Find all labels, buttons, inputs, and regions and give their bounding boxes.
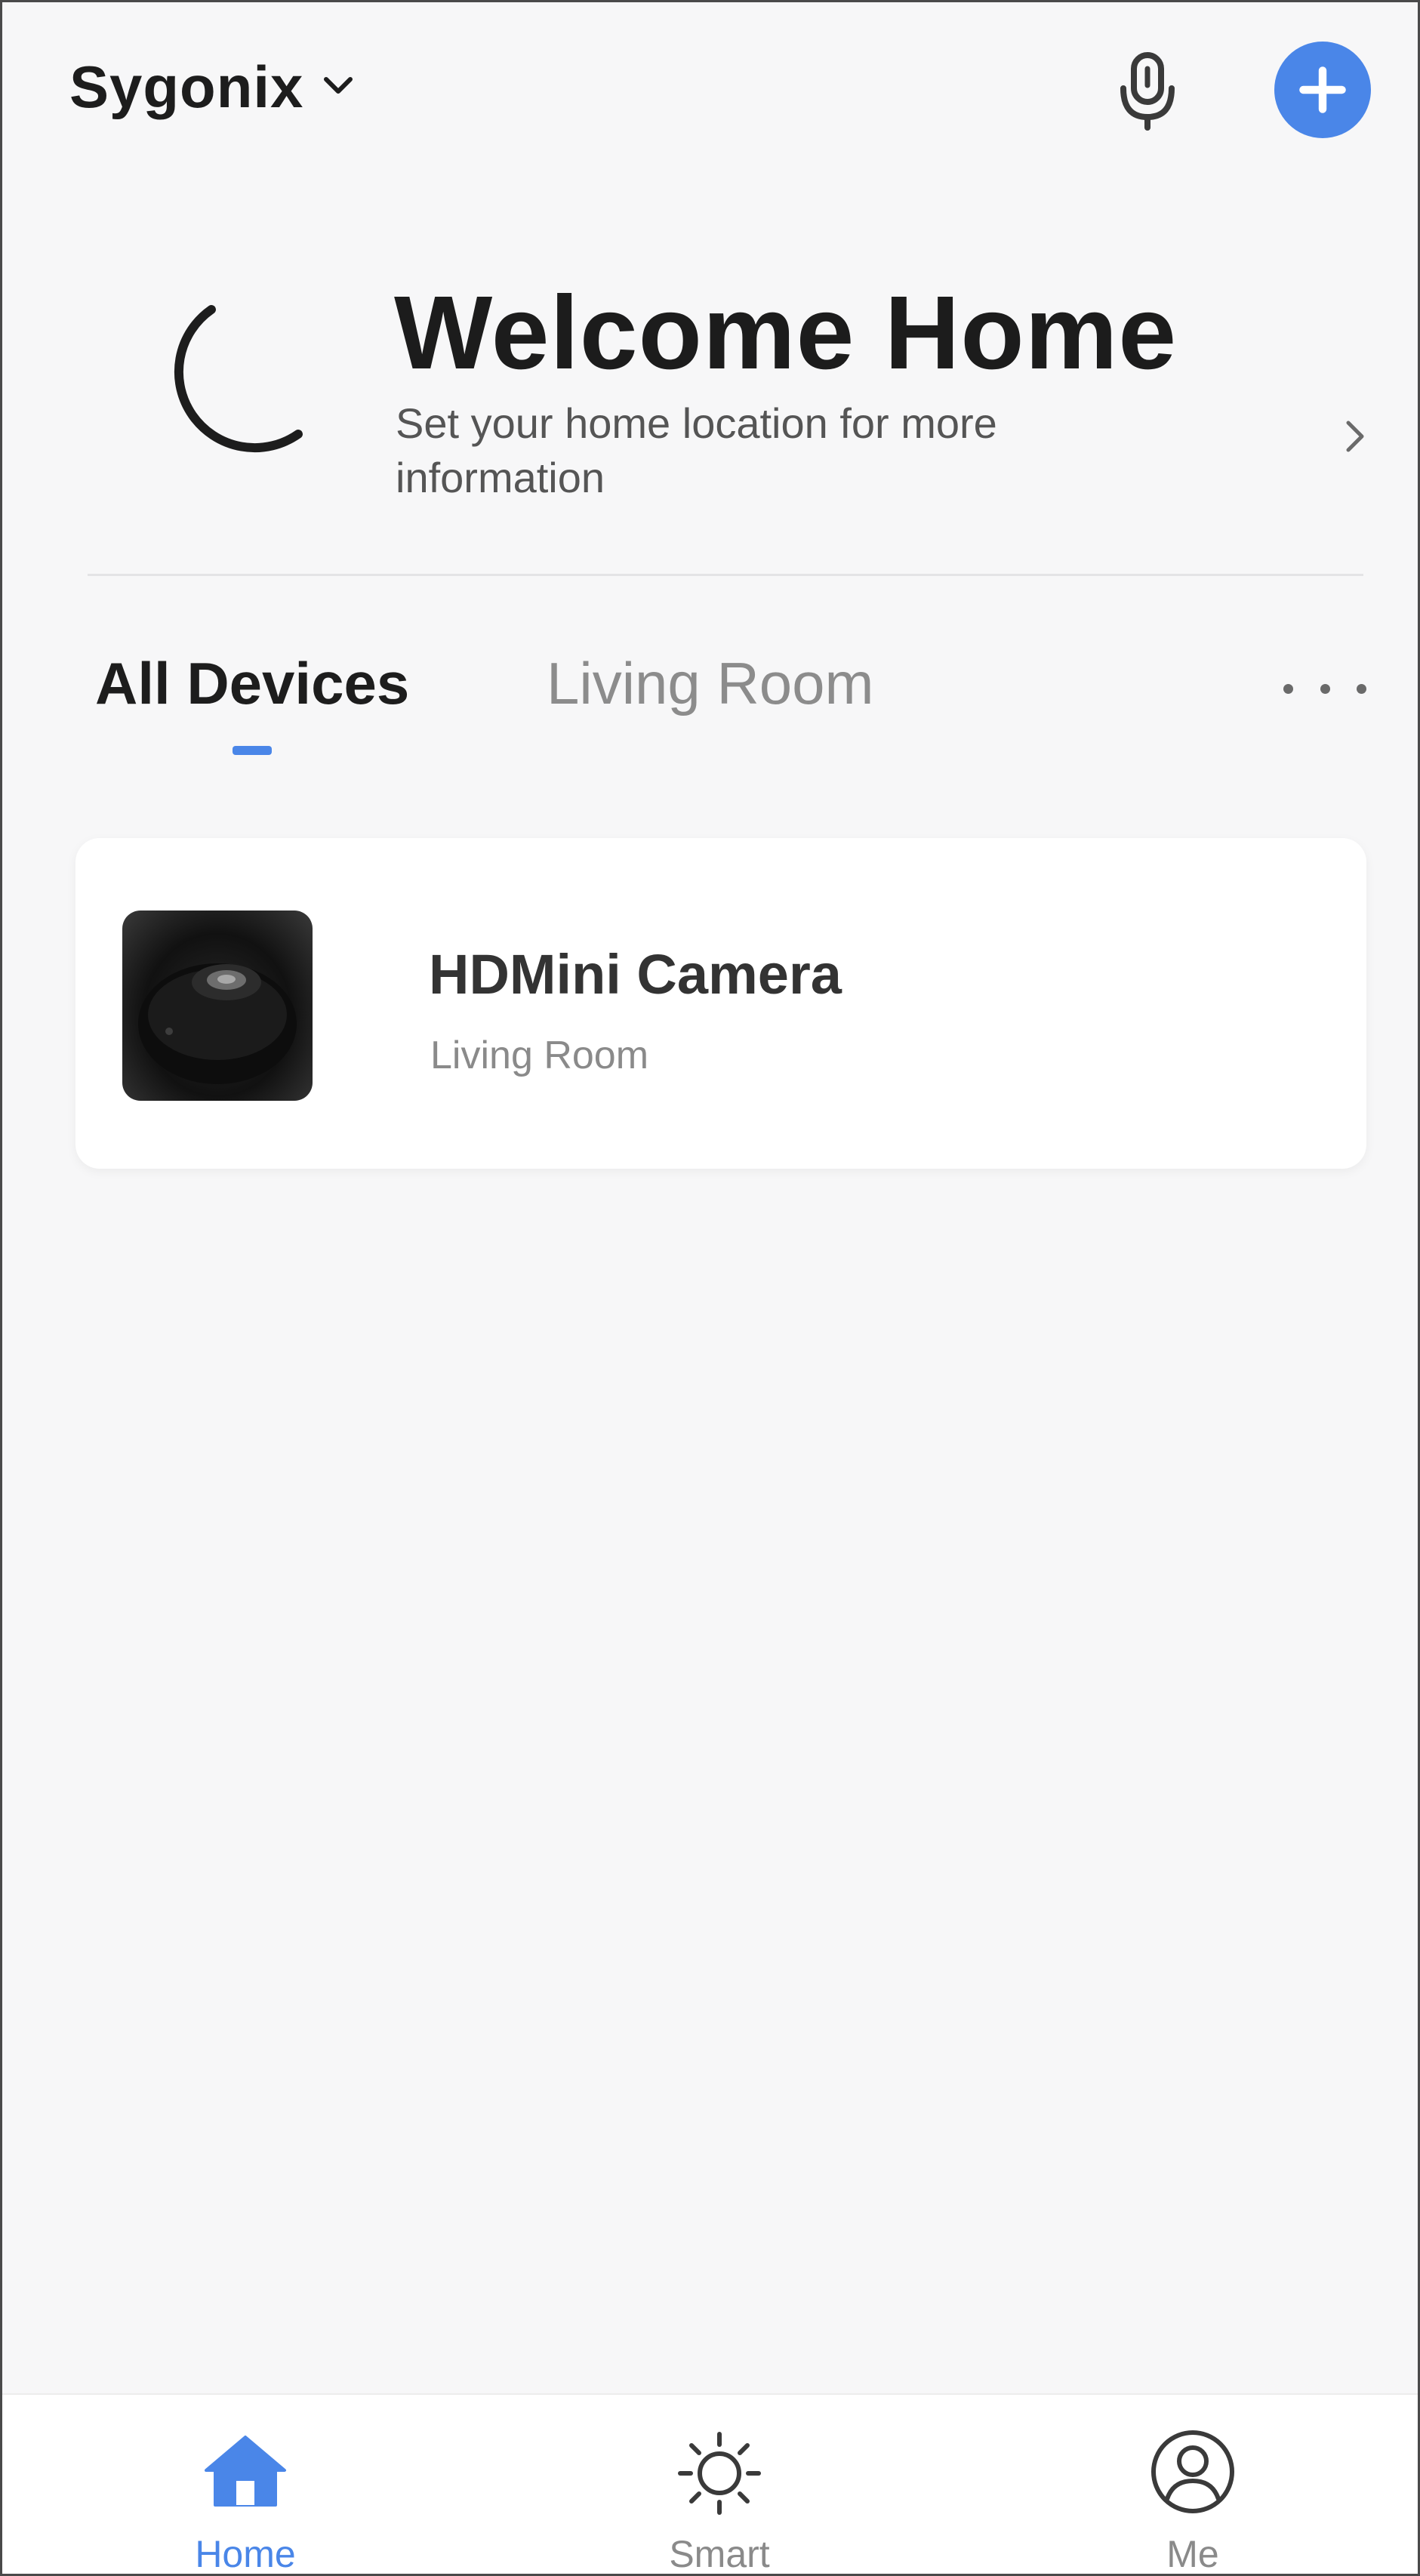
- sun-icon: [674, 2427, 765, 2517]
- device-card[interactable]: HDMini Camera Living Room: [75, 838, 1366, 1169]
- dot: [1357, 683, 1366, 694]
- divider: [88, 574, 1363, 576]
- nav-me[interactable]: Me: [1057, 2395, 1329, 2576]
- microphone-icon[interactable]: [1110, 49, 1185, 132]
- nav-smart-label: Smart: [669, 2533, 770, 2575]
- home-switcher[interactable]: Sygonix: [69, 53, 356, 122]
- home-icon: [200, 2427, 291, 2517]
- moon-icon: [121, 287, 310, 476]
- more-horizontal-icon[interactable]: [1283, 673, 1366, 704]
- nav-me-label: Me: [1166, 2533, 1219, 2575]
- welcome-subtitle: Set your home location for more informat…: [396, 399, 997, 501]
- chevron-right-icon: [1341, 414, 1371, 459]
- nav-home-label: Home: [195, 2533, 296, 2575]
- dot: [1320, 683, 1330, 694]
- device-name: HDMini Camera: [429, 943, 842, 1006]
- nav-smart[interactable]: Smart: [584, 2395, 855, 2576]
- profile-icon: [1147, 2427, 1238, 2517]
- plus-icon: [1299, 66, 1346, 113]
- welcome-title: Welcome Home: [394, 275, 1178, 391]
- active-tab-indicator: [233, 746, 272, 755]
- add-device-button[interactable]: [1274, 42, 1371, 138]
- room-tabs: All Devices Living Room: [0, 634, 1420, 770]
- home-name: Sygonix: [69, 54, 304, 120]
- nav-home[interactable]: Home: [109, 2395, 381, 2576]
- welcome-banner[interactable]: Welcome Home Set your home location for …: [0, 257, 1420, 528]
- app-header: Sygonix: [0, 0, 1420, 181]
- camera-thumbnail: [122, 911, 313, 1101]
- bottom-navigation: Home Smart Me: [0, 2393, 1420, 2576]
- chevron-down-icon: [320, 67, 356, 107]
- tab-all-devices[interactable]: All Devices: [95, 649, 409, 718]
- dot: [1283, 683, 1293, 694]
- device-room: Living Room: [430, 1034, 649, 1077]
- tab-living-room[interactable]: Living Room: [547, 649, 874, 718]
